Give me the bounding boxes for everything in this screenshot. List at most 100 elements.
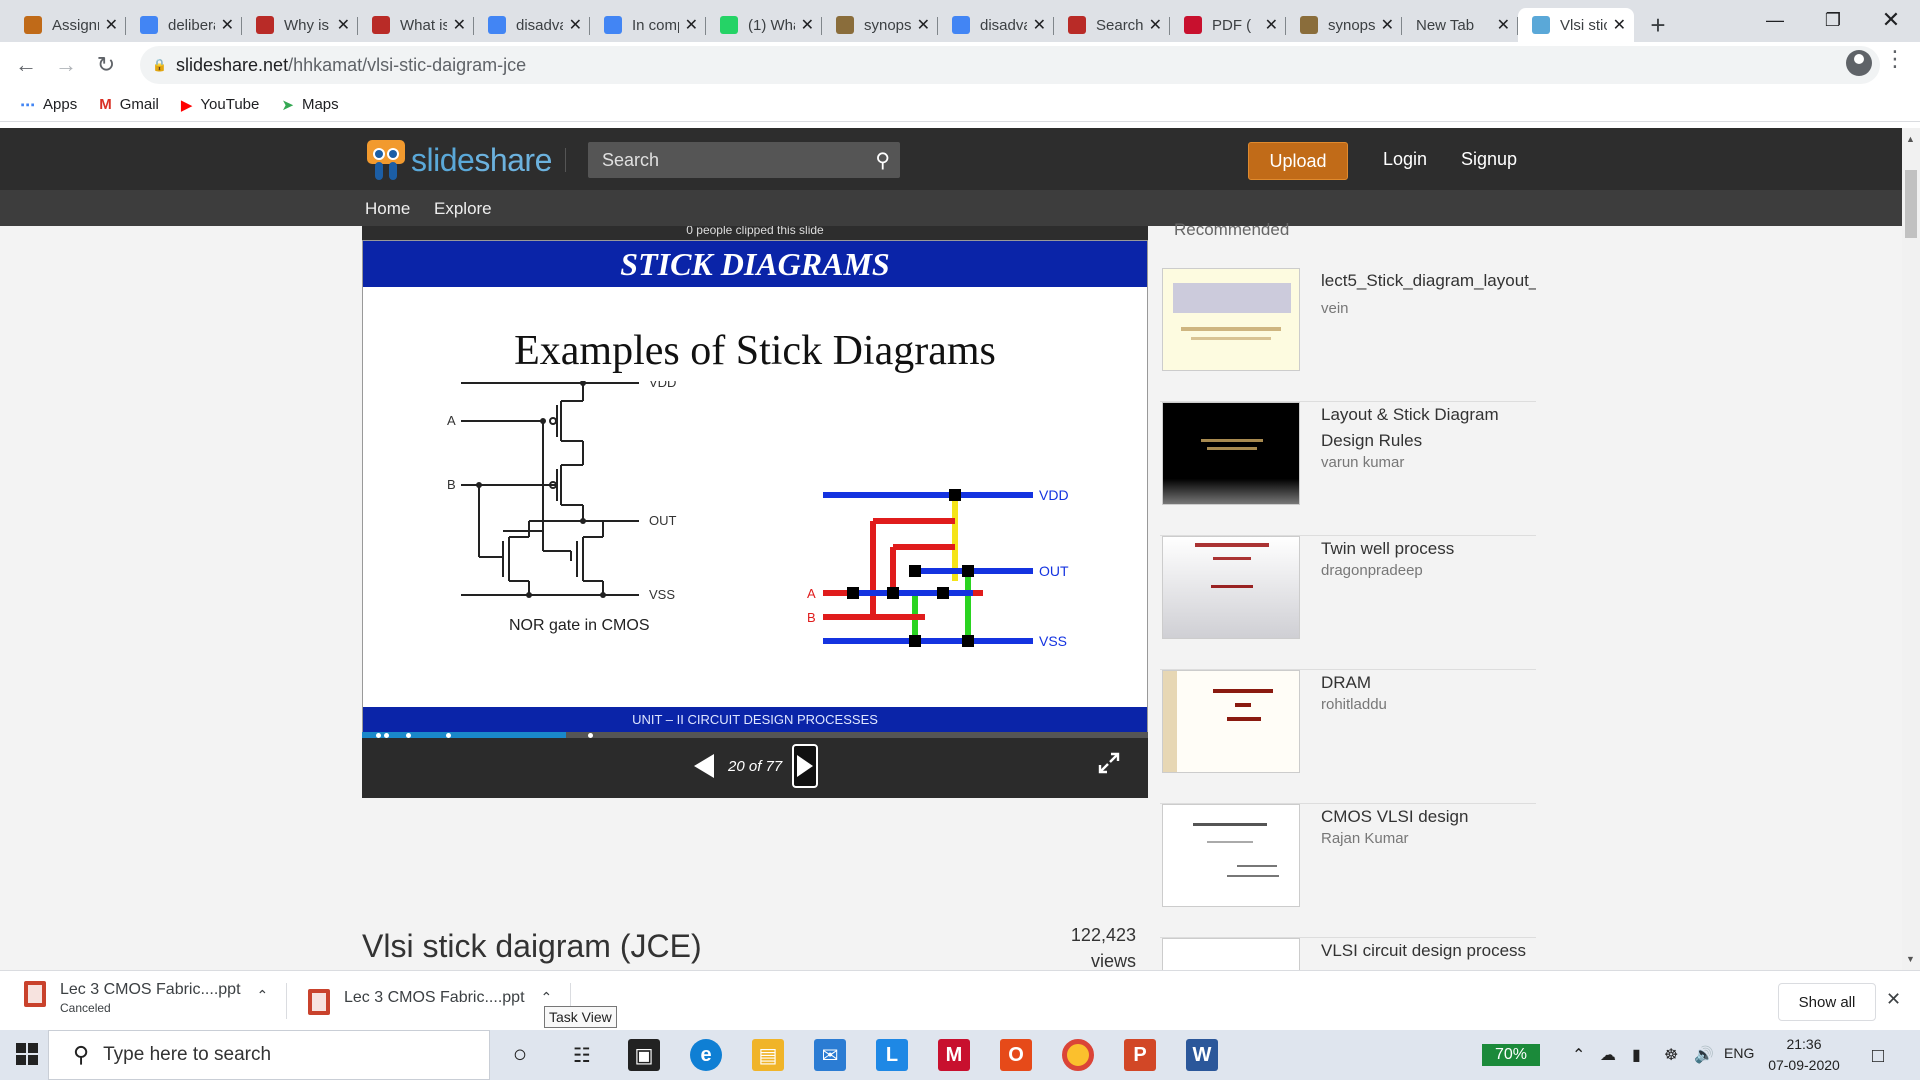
browser-tab[interactable]: New Tab ✕ <box>1402 8 1518 42</box>
edge-icon[interactable]: e <box>690 1039 722 1071</box>
signup-link[interactable]: Signup <box>1461 149 1517 170</box>
slide-viewer[interactable]: STICK DIAGRAMS Examples of Stick Diagram… <box>362 240 1148 733</box>
powerpoint-icon[interactable]: P <box>1124 1039 1156 1071</box>
close-tab-icon[interactable]: ✕ <box>685 15 698 35</box>
close-tab-icon[interactable]: ✕ <box>801 15 814 35</box>
office-icon[interactable]: O <box>1000 1039 1032 1071</box>
close-tab-icon[interactable]: ✕ <box>1613 15 1626 35</box>
recommended-title[interactable]: CMOS VLSI design <box>1321 804 1536 830</box>
scroll-down-icon[interactable]: ▼ <box>1906 954 1915 964</box>
download-item[interactable]: Lec 3 CMOS Fabric....ppt Canceled ⌃ <box>24 981 268 1015</box>
bookmark-apps[interactable]: ⋯ Apps <box>20 96 77 114</box>
recommended-title[interactable]: VLSI circuit design process <box>1321 938 1536 964</box>
recommended-item[interactable]: Twin well process dragonpradeep <box>1160 536 1536 670</box>
recommended-thumbnail[interactable] <box>1162 268 1300 371</box>
close-tab-icon[interactable]: ✕ <box>1265 15 1278 35</box>
forward-button[interactable]: → <box>46 45 86 85</box>
reload-button[interactable]: ↻ <box>86 45 126 85</box>
close-tab-icon[interactable]: ✕ <box>917 15 930 35</box>
browser-tab[interactable]: Assignment ✕ <box>10 8 126 42</box>
previous-slide-button[interactable] <box>692 752 716 785</box>
chevron-up-icon[interactable]: ⌃ <box>257 987 269 1004</box>
close-tab-icon[interactable]: ✕ <box>453 15 466 35</box>
close-tab-icon[interactable]: ✕ <box>1149 15 1162 35</box>
close-downloads-icon[interactable]: ✕ <box>1886 989 1901 1010</box>
slideshare-logo[interactable]: slideshare <box>365 138 552 182</box>
browser-tab[interactable]: In complementary ✕ <box>590 8 706 42</box>
close-tab-icon[interactable]: ✕ <box>105 15 118 35</box>
nav-explore[interactable]: Explore <box>434 199 492 219</box>
login-link[interactable]: Login <box>1383 149 1427 170</box>
back-button[interactable]: ← <box>6 45 46 85</box>
bookmark-maps[interactable]: ➤ Maps <box>281 96 338 114</box>
recommended-author[interactable]: Rajan Kumar <box>1321 830 1409 847</box>
recommended-thumbnail[interactable] <box>1162 938 1300 970</box>
system-clock[interactable]: 21:36 07-09-2020 <box>1764 1034 1844 1076</box>
browser-tab[interactable]: deliberate ✕ <box>126 8 242 42</box>
nav-home[interactable]: Home <box>365 199 410 219</box>
browser-tab[interactable]: What is ✕ <box>358 8 474 42</box>
minimize-button[interactable]: — <box>1746 0 1804 40</box>
notifications-icon[interactable]: □ <box>1872 1045 1884 1068</box>
browser-tab[interactable]: disadvantages ✕ <box>938 8 1054 42</box>
recommended-author[interactable]: dragonpradeep <box>1321 562 1423 579</box>
bookmark-gmail[interactable]: M Gmail <box>99 96 159 113</box>
battery-indicator[interactable]: 70% <box>1482 1044 1540 1066</box>
close-tab-icon[interactable]: ✕ <box>1381 15 1394 35</box>
fullscreen-icon[interactable] <box>1098 752 1120 779</box>
browser-tab[interactable]: PDF (✕ <box>1170 8 1286 42</box>
recommended-title[interactable]: DRAM <box>1321 670 1536 696</box>
close-window-button[interactable]: ✕ <box>1862 0 1920 40</box>
close-tab-icon[interactable]: ✕ <box>337 15 350 35</box>
search-icon[interactable]: ⚲ <box>875 148 890 173</box>
browser-tab[interactable]: disadvantages ✕ <box>474 8 590 42</box>
chrome-icon[interactable] <box>1062 1039 1094 1071</box>
recommended-title[interactable]: lect5_Stick_diagram_layout_rules <box>1321 268 1536 294</box>
browser-tab[interactable]: synopsys ✕ <box>822 8 938 42</box>
recommended-thumbnail[interactable] <box>1162 670 1300 773</box>
recommended-title[interactable]: Layout & Stick Diagram Design Rules <box>1321 402 1536 454</box>
wifi-icon[interactable]: ☸ <box>1664 1045 1678 1065</box>
launcher-l-icon[interactable]: L <box>876 1039 908 1071</box>
upload-button[interactable]: Upload <box>1248 142 1348 180</box>
recommended-thumbnail[interactable] <box>1162 804 1300 907</box>
recommended-title[interactable]: Twin well process <box>1321 536 1536 562</box>
recommended-item[interactable]: VLSI circuit design process <box>1160 938 1536 970</box>
browser-tab[interactable]: Search ✕ <box>1054 8 1170 42</box>
next-slide-button[interactable] <box>792 744 818 788</box>
mail-icon[interactable]: ✉ <box>814 1039 846 1071</box>
recommended-item[interactable]: CMOS VLSI design Rajan Kumar <box>1160 804 1536 938</box>
language-indicator[interactable]: ENG <box>1724 1045 1754 1061</box>
close-tab-icon[interactable]: ✕ <box>1033 15 1046 35</box>
recommended-author[interactable]: varun kumar <box>1321 454 1404 471</box>
scroll-up-icon[interactable]: ▲ <box>1906 134 1915 144</box>
bookmark-youtube[interactable]: ▶ YouTube <box>181 96 260 114</box>
word-icon[interactable]: W <box>1186 1039 1218 1071</box>
close-tab-icon[interactable]: ✕ <box>221 15 234 35</box>
browser-tab[interactable]: Vlsi stick ✕ <box>1518 8 1634 42</box>
show-hidden-icons-icon[interactable]: ⌃ <box>1572 1045 1585 1065</box>
task-view-icon[interactable]: ☷ <box>566 1039 598 1071</box>
slide-progress-bar[interactable] <box>362 732 1148 738</box>
mcafee-icon[interactable]: M <box>938 1039 970 1071</box>
windows-start-icon[interactable] <box>16 1043 38 1070</box>
restore-button[interactable]: ❐ <box>1804 0 1862 40</box>
store-icon[interactable]: ▣ <box>628 1039 660 1071</box>
volume-icon[interactable]: 🔊 <box>1694 1045 1714 1065</box>
file-explorer-icon[interactable]: ▤ <box>752 1039 784 1071</box>
close-tab-icon[interactable]: ✕ <box>1497 15 1510 35</box>
recommended-thumbnail[interactable] <box>1162 536 1300 639</box>
taskbar-search-box[interactable]: ⚲ Type here to search <box>48 1030 490 1080</box>
close-tab-icon[interactable]: ✕ <box>569 15 582 35</box>
recommended-item[interactable]: Layout & Stick Diagram Design Rules varu… <box>1160 402 1536 536</box>
profile-avatar-icon[interactable] <box>1846 50 1872 76</box>
recommended-item[interactable]: DRAM rohitladdu <box>1160 670 1536 804</box>
download-item[interactable]: Lec 3 CMOS Fabric....ppt ⌃ <box>308 989 552 1015</box>
menu-dots-icon[interactable]: ⋮ <box>1884 46 1906 72</box>
new-tab-button[interactable]: + <box>1640 8 1676 42</box>
battery-tray-icon[interactable]: ▮ <box>1632 1045 1641 1065</box>
browser-tab[interactable]: synopsys ✕ <box>1286 8 1402 42</box>
recommended-thumbnail[interactable] <box>1162 402 1300 505</box>
recommended-item[interactable]: lect5_Stick_diagram_layout_rules vein <box>1160 268 1536 402</box>
page-scrollbar[interactable]: ▲ ▼ <box>1902 128 1920 970</box>
